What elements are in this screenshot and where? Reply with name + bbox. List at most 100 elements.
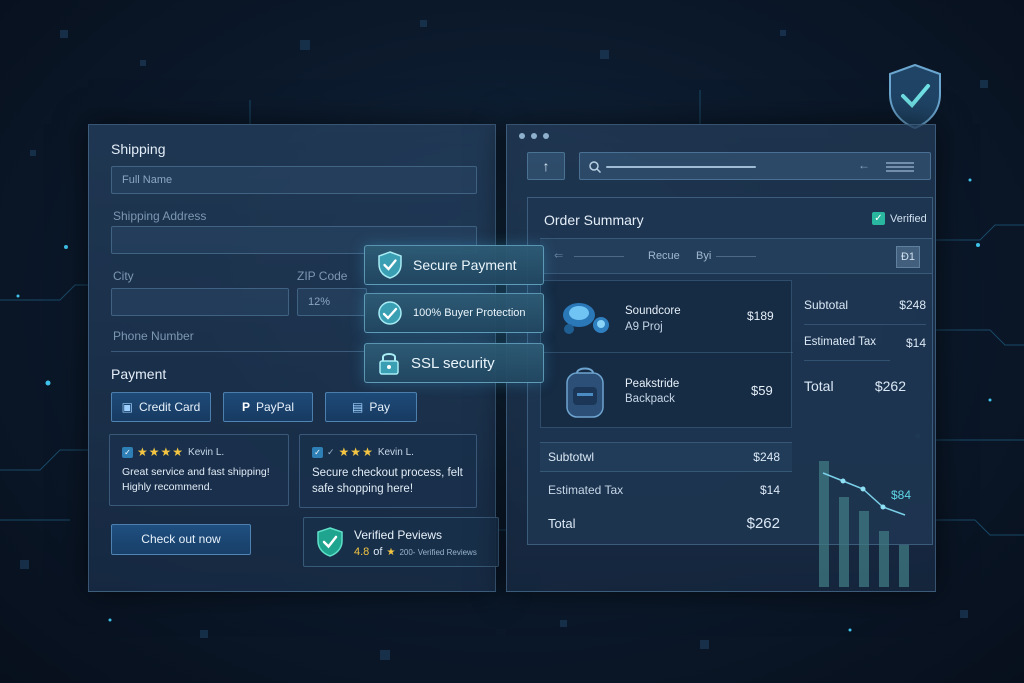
toolbar-box-button[interactable]: Ɖ1 [896,246,920,268]
shipping-address-label: Shipping Address [113,209,207,223]
paypal-label: PayPal [255,400,295,414]
verified-indicator: ✓ Verified [872,212,927,225]
verified-check-icon: ✓ [122,446,133,458]
paypal-button[interactable]: P PayPal [223,392,313,422]
side-tax-value: $14 [905,336,926,350]
buyer-protection-label: 100% Buyer Protection [413,307,526,319]
arrow-up-icon: ↑ [542,158,550,174]
total-value: $262 [746,514,780,532]
phone-label: Phone Number [113,329,194,343]
review-text: Secure checkout process, felt safe shopp… [312,467,463,495]
phone-input-line[interactable] [111,351,365,352]
divider [804,324,926,325]
toolbar-text: Byi [696,250,712,262]
earbuds-icon [563,303,609,334]
toolbar-line [716,256,756,257]
rating-value: 4.8 [354,546,370,558]
side-tax-row: Estimated Tax $14 [804,336,926,350]
zip-input[interactable]: 12% [297,288,367,316]
city-label: City [113,269,134,283]
secure-payment-label: Secure Payment [413,257,517,273]
pay-label: Pay [369,400,391,414]
review-author: Kevin L. [188,446,225,458]
tax-row: Estimated Tax $14 [540,475,792,505]
up-arrow-button[interactable]: ↑ [527,152,565,180]
ssl-security-badge: SSL security [364,343,544,383]
subtotal-row: Subtotwl $248 [540,442,792,472]
side-subtotal-row: Subtotal $248 [804,298,926,312]
product-name: Soundcore A9 Proj [625,305,681,333]
side-total-value: $262 [874,378,906,394]
decorative-bar-chart: $84 [819,461,911,587]
side-subtotal-label: Subtotal [804,298,849,312]
verified-label: Verified [890,212,927,225]
shield-check-icon [317,527,343,557]
star-icon: ★ [386,546,396,558]
chart-value-label: $84 [891,488,911,502]
shield-check-icon [378,251,402,279]
verified-reviews-badge: Verified Peviews 4.8 of ★ 200- Verified … [303,517,499,567]
address-bar[interactable]: ← [579,152,931,180]
side-subtotal-value: $248 [899,298,926,312]
card-icon: ▣ [121,400,133,414]
order-summary-title: Order Summary [544,212,644,228]
window-dot-icon [543,133,549,139]
review-card: ✓ ✓ ★★★ Kevin L. Secure checkout process… [299,434,477,508]
badge-icon: ✓ [327,446,335,457]
shipping-title: Shipping [111,141,166,157]
tax-value: $14 [759,483,780,497]
shield-check-icon [889,63,941,130]
product-list: Soundcore A9 Proj $189 Peakstride Backpa… [540,280,793,429]
divider [804,360,890,361]
total-row: Total $262 [540,508,792,538]
tax-label: Estimated Tax [548,483,624,497]
subtotal-value: $248 [753,450,780,464]
star-rating-icon: ★★★★ [137,445,185,459]
verified-check-icon: ✓ [872,212,885,225]
total-label: Total [548,515,576,531]
rating-of: of [373,546,383,558]
credit-card-label: Credit Card [138,400,201,414]
browser-window: ↑ ← Order Summary ✓ Verified ⇐ Recue Byi… [506,124,936,592]
credit-card-button[interactable]: ▣ Credit Card [111,392,211,422]
verified-check-icon: ✓ [312,446,323,458]
subtotal-label: Subtotwl [548,450,595,464]
pay-button[interactable]: ▤ Pay [325,392,417,422]
review-count: 200- Verified Reviews [399,547,477,557]
secure-payment-badge: Secure Payment [364,245,544,285]
side-total-label: Total [804,378,834,394]
lock-icon [379,353,399,375]
order-toolbar: ⇐ Recue Byi Ɖ1 [540,238,932,274]
menu-icon[interactable] [886,161,914,173]
window-dot-icon [519,133,525,139]
backpack-icon [566,367,604,418]
pay-icon: ▤ [351,400,364,414]
city-input[interactable] [111,288,289,316]
checkout-button[interactable]: Check out now [111,524,251,555]
buyer-protection-badge: 100% Buyer Protection [364,293,544,333]
product-name: Peakstride Backpack [625,378,680,405]
side-tax-label: Estimated Tax [804,336,877,348]
star-rating-icon: ★★★ [338,445,374,459]
payment-title: Payment [111,366,167,382]
ssl-security-label: SSL security [411,354,495,372]
verified-reviews-rating: 4.8 of ★ 200- Verified Reviews [354,546,477,558]
back-arrow-icon[interactable]: ⇐ [554,249,563,262]
product-price: $59 [751,383,773,398]
side-total-row: Total $262 [804,378,906,394]
review-card: ✓ ★★★★ Kevin L. Great service and fast s… [109,434,289,506]
review-text: Great service and fast shipping! Highly … [122,466,270,493]
review-author: Kevin L. [377,446,414,458]
search-icon [589,161,602,174]
protection-icon [378,301,402,325]
arrow-left-icon: ← [858,158,870,172]
toolbar-line [574,256,624,257]
product-price: $189 [747,309,774,323]
paypal-icon: P [241,400,250,414]
full-name-input[interactable]: Full Name [111,166,477,194]
product-row[interactable]: Peakstride Backpack $59 [541,353,793,429]
verified-reviews-title: Verified Peviews [354,528,443,542]
zip-label: ZIP Code [297,269,348,283]
toolbar-text: Recue [648,250,680,262]
product-row[interactable]: Soundcore A9 Proj $189 [541,281,793,353]
